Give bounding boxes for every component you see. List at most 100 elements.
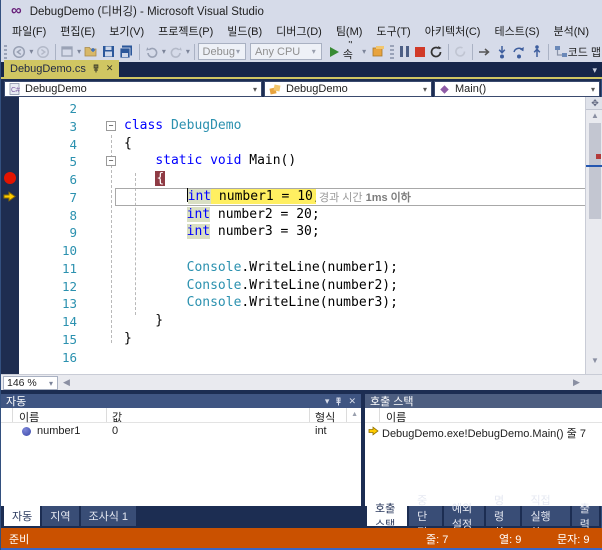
scroll-left-arrow[interactable]: ◀ bbox=[63, 377, 70, 388]
code-line[interactable]: static void Main() bbox=[124, 152, 296, 170]
debugwin-tab[interactable]: 호출 스택 bbox=[367, 506, 407, 526]
menu-item[interactable]: 팀(M) bbox=[329, 20, 370, 42]
perftip[interactable]: 경과 시간 1ms 이하 bbox=[316, 189, 414, 205]
save-button[interactable] bbox=[100, 43, 117, 60]
save-all-button[interactable] bbox=[117, 43, 136, 60]
perftip-value[interactable]: 1ms 이하 bbox=[366, 192, 411, 204]
splitter-handle[interactable]: ✥ bbox=[586, 97, 602, 110]
fold-collapse-button[interactable]: − bbox=[106, 121, 116, 131]
menu-item[interactable]: 창(W) bbox=[596, 20, 602, 42]
current-frame-arrow-icon bbox=[368, 426, 379, 436]
breakpoint-icon[interactable] bbox=[4, 172, 16, 184]
stop-button[interactable] bbox=[413, 45, 427, 59]
show-next-statement-button[interactable] bbox=[451, 43, 469, 60]
scrollbar-thumb[interactable] bbox=[589, 123, 601, 219]
undo-button[interactable] bbox=[143, 43, 161, 60]
code-token: } bbox=[124, 313, 163, 328]
code-token: static bbox=[155, 153, 202, 168]
debugwin-tab[interactable]: 예외 설정 bbox=[444, 506, 484, 526]
fold-collapse-button[interactable]: − bbox=[106, 156, 116, 166]
window-position-icon[interactable]: ▾ bbox=[325, 396, 330, 407]
toolbar-separator bbox=[548, 44, 549, 60]
code-line[interactable]: Console.WriteLine(number2); bbox=[124, 277, 398, 295]
watch-tab[interactable]: 자동 bbox=[4, 506, 40, 526]
code-editor[interactable]: 23−class DebugDemo4{5− static void Main(… bbox=[1, 97, 602, 374]
scroll-down-arrow[interactable]: ▼ bbox=[586, 355, 602, 367]
watch-tab[interactable]: 지역 bbox=[42, 506, 78, 526]
code-map-button[interactable]: 코드 맵 bbox=[552, 42, 602, 62]
code-area[interactable]: 23−class DebugDemo4{5− static void Main(… bbox=[19, 97, 585, 374]
pin-icon[interactable] bbox=[335, 397, 342, 406]
tab-debugdemo-cs[interactable]: DebugDemo.cs ✕ bbox=[4, 60, 119, 77]
redo-button[interactable] bbox=[167, 43, 185, 60]
code-line[interactable]: class DebugDemo bbox=[124, 117, 241, 135]
autos-header[interactable]: 자동 ▾ ✕ bbox=[1, 394, 361, 408]
debugwin-tab[interactable]: 직접 실행 창 bbox=[522, 506, 569, 526]
menu-item[interactable]: 도구(T) bbox=[369, 20, 417, 42]
menu-item[interactable]: 디버그(D) bbox=[269, 20, 329, 42]
menu-item[interactable]: 아키텍처(C) bbox=[418, 20, 488, 42]
code-line[interactable]: { bbox=[124, 170, 165, 188]
callstack-tab-group: 호출 스택중단점예외 설정명령 창직접 실행 창출력 bbox=[367, 506, 601, 526]
step-out-button[interactable] bbox=[529, 43, 545, 61]
menu-item[interactable]: 보기(V) bbox=[102, 20, 151, 42]
code-line[interactable]: Console.WriteLine(number3); bbox=[124, 294, 398, 312]
editor-zoom-combo[interactable]: 146 % ▾ bbox=[3, 376, 58, 390]
restart-button[interactable] bbox=[427, 43, 445, 61]
vertical-scrollbar[interactable]: ✥ ▲ ▼ bbox=[585, 97, 602, 374]
debugwin-tab[interactable]: 명령 창 bbox=[486, 506, 520, 526]
autos-column-header[interactable]: 이름 값 형식 ▲ bbox=[1, 408, 361, 423]
solution-configuration-combo[interactable]: Debug▾ bbox=[198, 43, 246, 60]
navigate-back-button[interactable] bbox=[10, 43, 28, 61]
callstack-column-header[interactable]: 이름 bbox=[365, 408, 602, 423]
add-item-button[interactable] bbox=[82, 43, 100, 60]
menu-item[interactable]: 파일(F) bbox=[5, 20, 53, 42]
breakpoint-margin[interactable] bbox=[1, 97, 19, 374]
debugwin-tab[interactable]: 출력 bbox=[572, 506, 599, 526]
menu-item[interactable]: 분석(N) bbox=[547, 20, 597, 42]
pause-button[interactable] bbox=[397, 44, 413, 59]
type-dropdown[interactable]: DebugDemo ▾ bbox=[264, 81, 432, 97]
menu-item[interactable]: 빌드(B) bbox=[220, 20, 269, 42]
toolbar-separator bbox=[472, 44, 473, 60]
scroll-up-arrow[interactable]: ▲ bbox=[586, 110, 602, 122]
close-icon[interactable]: ✕ bbox=[348, 396, 356, 407]
line-number: 13 bbox=[31, 296, 77, 311]
project-dropdown[interactable]: C# DebugDemo ▾ bbox=[4, 81, 262, 97]
debugwin-tab[interactable]: 중단점 bbox=[409, 506, 442, 526]
redo-dropdown[interactable]: ▾ bbox=[185, 47, 191, 56]
code-line[interactable]: { bbox=[124, 135, 132, 153]
editor-bottom-bar: 146 % ▾ ◀ ▶ bbox=[1, 374, 602, 390]
new-window-button[interactable] bbox=[59, 43, 76, 60]
code-line[interactable]: int number3 = 30; bbox=[124, 223, 320, 241]
toolbar-grip[interactable] bbox=[4, 45, 7, 59]
step-into-button[interactable] bbox=[494, 43, 510, 61]
menu-item[interactable]: 프로젝트(P) bbox=[151, 20, 220, 42]
code-line[interactable]: } bbox=[124, 330, 132, 348]
scroll-right-arrow[interactable]: ▶ bbox=[573, 377, 580, 388]
close-icon[interactable]: ✕ bbox=[106, 63, 114, 74]
tab-list-dropdown[interactable]: ▾ bbox=[592, 65, 597, 76]
scroll-up-arrow[interactable]: ▲ bbox=[351, 411, 358, 418]
navigate-forward-button[interactable] bbox=[34, 43, 52, 61]
code-line[interactable]: int number1 = 10;경과 시간 1ms 이하 bbox=[124, 188, 321, 206]
watch-tab[interactable]: 조사식 1 bbox=[81, 506, 137, 526]
menu-item[interactable]: 테스트(S) bbox=[487, 20, 546, 42]
callstack-row[interactable]: DebugDemo.exe!DebugDemo.Main() 줄 7 bbox=[365, 424, 602, 439]
solution-platform-combo[interactable]: Any CPU▾ bbox=[250, 43, 322, 60]
line-number: 3 bbox=[31, 119, 77, 134]
step-over-button[interactable] bbox=[510, 43, 529, 61]
run-to-cursor-button[interactable] bbox=[476, 44, 494, 60]
code-line[interactable]: } bbox=[124, 312, 163, 330]
code-line[interactable]: int number2 = 20; bbox=[124, 206, 320, 224]
toolbar-grip[interactable] bbox=[390, 45, 393, 59]
menu-item[interactable]: 편집(E) bbox=[53, 20, 102, 42]
callstack-header[interactable]: 호출 스택 bbox=[365, 394, 602, 408]
code-line[interactable]: Console.WriteLine(number1); bbox=[124, 259, 398, 277]
pin-icon[interactable] bbox=[92, 64, 100, 73]
continue-button[interactable]: 계속(C) ▾ bbox=[328, 41, 369, 62]
sync-solution-explorer-button[interactable] bbox=[369, 43, 387, 60]
member-dropdown[interactable]: Main() ▾ bbox=[434, 81, 600, 97]
autos-row[interactable]: number10int bbox=[1, 424, 361, 439]
code-token: class bbox=[124, 118, 163, 133]
